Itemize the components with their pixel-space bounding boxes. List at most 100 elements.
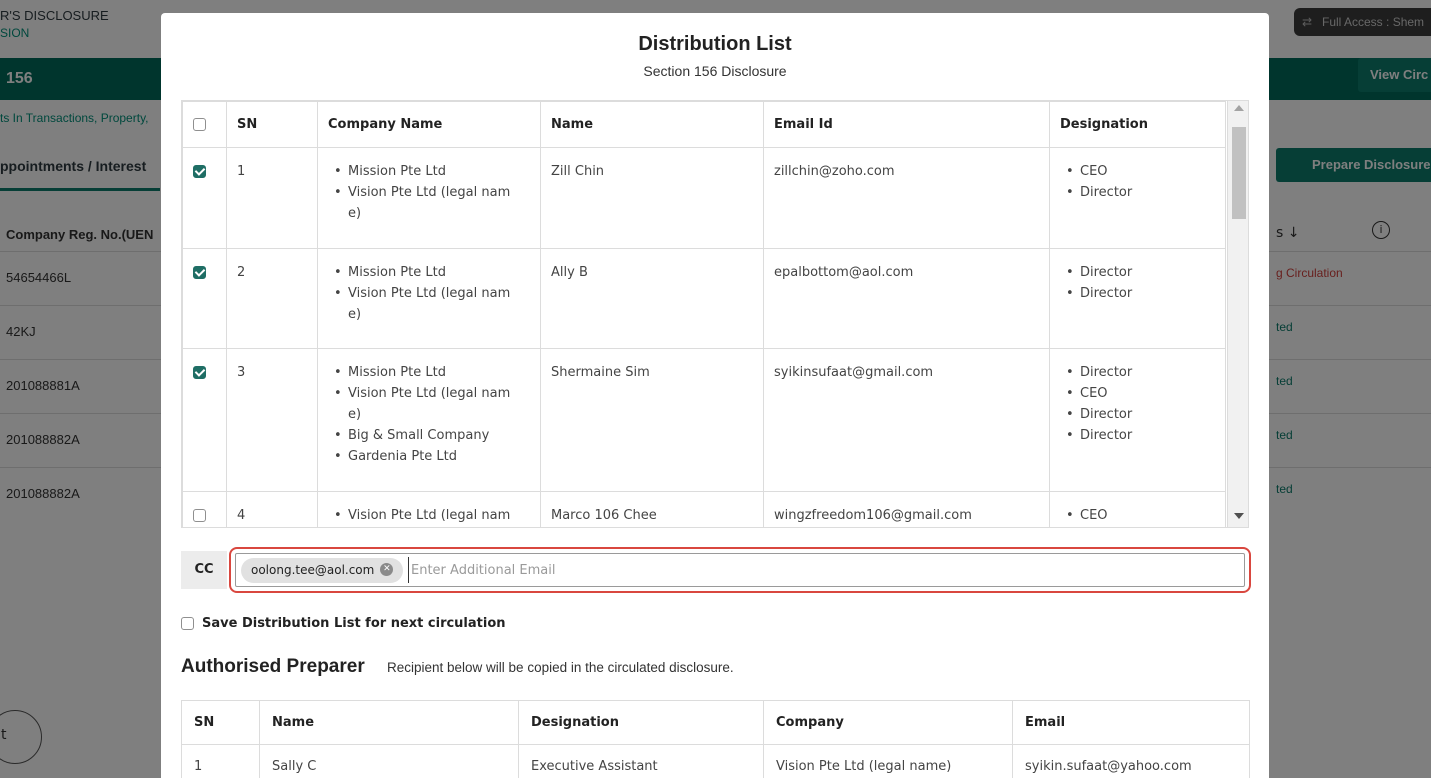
sn-cell: 1 [226, 147, 318, 249]
sn-cell: 3 [226, 348, 318, 492]
company-cell: Mission Pte Ltd Vision Pte Ltd (legal na… [317, 248, 541, 349]
designation-cell: Executive Assistant [518, 744, 764, 778]
column-header-name: Name [540, 101, 764, 148]
designation-item: Director [1060, 182, 1215, 203]
designation-item: Director [1060, 404, 1215, 425]
column-header-company: Company Name [317, 101, 541, 148]
company-item: Gardenia Pte Ltd [328, 446, 530, 467]
authorised-preparer-title: Authorised Preparer [181, 656, 365, 677]
column-header-designation: Designation [518, 700, 764, 745]
distribution-table: SN Company Name Name Email Id Designatio… [182, 101, 1226, 527]
row-checkbox[interactable] [193, 266, 206, 279]
remove-chip-icon[interactable]: ✕ [380, 563, 394, 576]
email-chip-label: oolong.tee@aol.com [251, 563, 375, 577]
email-cell: syikinsufaat@gmail.com [763, 348, 1050, 492]
column-header-sn: SN [181, 700, 260, 745]
company-item: Vision Pte Ltd (legal nam [328, 505, 530, 526]
table-row: 4 Vision Pte Ltd (legal nam Marco 106 Ch… [182, 491, 1226, 527]
cc-label: CC [181, 551, 227, 589]
row-checkbox[interactable] [193, 165, 206, 178]
company-item: Mission Pte Ltd [328, 262, 530, 283]
row-checkbox[interactable] [193, 509, 206, 522]
name-cell: Marco 106 Chee [540, 491, 764, 527]
modal-subtitle: Section 156 Disclosure [643, 63, 787, 79]
designation-item: Director [1060, 262, 1215, 283]
name-cell: Sally C [259, 744, 519, 778]
column-header-email: Email Id [763, 101, 1050, 148]
table-row: 1 Sally C Executive Assistant Vision Pte… [181, 744, 1250, 778]
distribution-header-row: SN Company Name Name Email Id Designatio… [182, 101, 1226, 148]
email-chip[interactable]: oolong.tee@aol.com ✕ [241, 558, 404, 583]
designation-item: CEO [1060, 383, 1215, 404]
modal-title: Distribution List [638, 33, 792, 55]
designation-list: Director CEO Director Director [1060, 362, 1215, 446]
company-item: Big & Small Company [328, 425, 530, 446]
distribution-table-container: SN Company Name Name Email Id Designatio… [181, 100, 1249, 528]
designation-list: CEO Director [1060, 161, 1215, 203]
company-list: Mission Pte Ltd Vision Pte Ltd (legal na… [328, 362, 530, 467]
designation-item: Director [1060, 283, 1215, 304]
name-cell: Zill Chin [540, 147, 764, 249]
preparer-header-row: SN Name Designation Company Email [181, 700, 1250, 745]
designation-cell: Director CEO Director Director [1049, 348, 1226, 492]
row-checkbox-cell [182, 491, 227, 527]
distribution-list-modal: Distribution List Section 156 Disclosure… [161, 13, 1269, 778]
sn-cell: 1 [181, 744, 260, 778]
sn-cell: 4 [226, 491, 318, 527]
column-header-company: Company [763, 700, 1013, 745]
additional-email-input[interactable] [408, 557, 1208, 583]
name-cell: Ally B [540, 248, 764, 349]
select-all-checkbox[interactable] [193, 118, 206, 131]
column-header-sn: SN [226, 101, 318, 148]
company-text: Vision Pte Ltd (legal nam [348, 386, 511, 401]
designation-item: CEO [1060, 161, 1215, 182]
company-list: Vision Pte Ltd (legal nam [328, 505, 530, 526]
table-scrollbar[interactable] [1227, 101, 1248, 527]
company-cell: Vision Pte Ltd (legal name) [763, 744, 1013, 778]
designation-cell: Director Director [1049, 248, 1226, 349]
select-all-cell [182, 101, 227, 148]
company-text: Vision Pte Ltd (legal nam [348, 286, 511, 301]
company-text: e) [348, 407, 362, 422]
column-header-designation: Designation [1049, 101, 1226, 148]
company-cell: Mission Pte Ltd Vision Pte Ltd (legal na… [317, 147, 541, 249]
scrollbar-thumb[interactable] [1232, 127, 1246, 219]
row-checkbox-cell [182, 348, 227, 492]
company-item: Vision Pte Ltd (legal nam e) [328, 283, 530, 325]
table-row: 1 Mission Pte Ltd Vision Pte Ltd (legal … [182, 147, 1226, 249]
save-distribution-checkbox[interactable] [181, 617, 194, 630]
sn-cell: 2 [226, 248, 318, 349]
row-checkbox[interactable] [193, 366, 206, 379]
designation-list: Director Director [1060, 262, 1215, 304]
table-row: 2 Mission Pte Ltd Vision Pte Ltd (legal … [182, 248, 1226, 349]
company-list: Mission Pte Ltd Vision Pte Ltd (legal na… [328, 161, 530, 224]
table-row: 3 Mission Pte Ltd Vision Pte Ltd (legal … [182, 348, 1226, 492]
email-cell: syikin.sufaat@yahoo.com [1012, 744, 1250, 778]
designation-item: Director [1060, 425, 1215, 446]
designation-list: CEO [1060, 505, 1215, 526]
row-checkbox-cell [182, 147, 227, 249]
designation-item: Director [1060, 362, 1215, 383]
email-cell: epalbottom@aol.com [763, 248, 1050, 349]
company-cell: Mission Pte Ltd Vision Pte Ltd (legal na… [317, 348, 541, 492]
designation-item: CEO [1060, 505, 1215, 526]
company-cell: Vision Pte Ltd (legal nam [317, 491, 541, 527]
cc-email-field[interactable]: oolong.tee@aol.com ✕ [235, 553, 1245, 587]
designation-cell: CEO Director [1049, 147, 1226, 249]
company-list: Mission Pte Ltd Vision Pte Ltd (legal na… [328, 262, 530, 325]
save-distribution-label[interactable]: Save Distribution List for next circulat… [202, 616, 506, 631]
company-text: e) [348, 206, 362, 221]
row-checkbox-cell [182, 248, 227, 349]
email-cell: wingzfreedom106@gmail.com [763, 491, 1050, 527]
name-cell: Shermaine Sim [540, 348, 764, 492]
email-cell: zillchin@zoho.com [763, 147, 1050, 249]
company-item: Mission Pte Ltd [328, 362, 530, 383]
company-item: Vision Pte Ltd (legal nam e) [328, 182, 530, 224]
company-text: Vision Pte Ltd (legal nam [348, 185, 511, 200]
cc-highlight-frame: oolong.tee@aol.com ✕ [229, 547, 1251, 593]
column-header-email: Email [1012, 700, 1250, 745]
company-item: Mission Pte Ltd [328, 161, 530, 182]
scroll-up-arrow-icon[interactable] [1234, 105, 1244, 111]
authorised-preparer-table: SN Name Designation Company Email 1 Sall… [181, 700, 1250, 778]
scroll-down-arrow-icon[interactable] [1234, 513, 1244, 519]
